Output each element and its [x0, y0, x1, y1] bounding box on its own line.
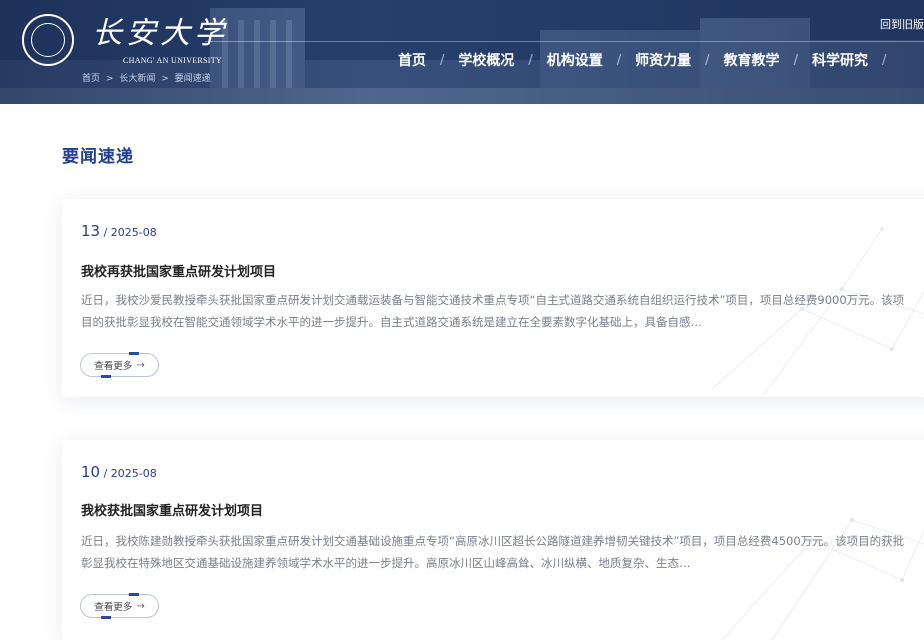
breadcrumb-separator: > [161, 74, 169, 84]
nav-separator: / [616, 52, 622, 68]
nav-separator: / [440, 52, 445, 68]
main-nav: 首页 / 学校概况 / 机构设置 / 师资力量 / 教育教学 / 科学研究 / [398, 50, 900, 70]
nav-item-faculty[interactable]: 师资力量 [635, 50, 691, 70]
breadcrumb-home[interactable]: 首页 [82, 74, 100, 84]
old-version-link[interactable]: 回到旧版 [880, 16, 924, 32]
breadcrumb-current[interactable]: 要闻速递 [175, 74, 211, 84]
read-more-label: 查看更多 [94, 602, 133, 613]
article-title[interactable]: 我校获批国家重点研发计划项目 [81, 500, 263, 519]
article-year-month: / 2025-08 [100, 467, 157, 480]
news-card[interactable]: 13 / 2025-08 我校再获批国家重点研发计划项目 近日，我校沙爱民教授牵… [62, 199, 924, 397]
arrow-right-icon: → [136, 600, 145, 612]
article-date: 10 / 2025-08 [81, 462, 157, 481]
nav-separator: / [528, 52, 533, 68]
article-summary: 近日，我校陈建勋教授牵头获批国家重点研发计划交通基础设施重点专项“高原冰川区超长… [81, 534, 905, 570]
article-date: 13 / 2025-08 [81, 221, 157, 240]
nav-separator: / [793, 52, 798, 68]
article-day: 10 [81, 463, 101, 481]
news-card[interactable]: 10 / 2025-08 我校获批国家重点研发计划项目 近日，我校陈建勋教授牵头… [62, 440, 924, 640]
nav-separator: / [881, 52, 887, 68]
read-more-button[interactable]: 查看更多 → [80, 352, 159, 378]
button-accent [101, 616, 111, 619]
read-more-button[interactable]: 查看更多 → [80, 593, 159, 619]
arrow-right-icon: → [136, 359, 145, 371]
nav-item-research[interactable]: 科学研究 [812, 50, 868, 70]
university-name-en: CHANG' AN UNIVERSITY [123, 56, 222, 65]
university-seal-logo[interactable] [22, 14, 74, 66]
nav-item-home[interactable]: 首页 [398, 50, 426, 70]
article-day: 13 [81, 222, 101, 240]
article-title[interactable]: 我校再获批国家重点研发计划项目 [81, 261, 276, 280]
button-accent [129, 593, 139, 596]
site-header: 长安大学 CHANG' AN UNIVERSITY 首页 > 长大新闻 > 要闻… [0, 0, 924, 104]
header-divider [205, 41, 924, 42]
nav-item-education[interactable]: 教育教学 [724, 50, 780, 70]
university-name-cn[interactable]: 长安大学 [92, 16, 228, 52]
article-summary: 近日，我校沙爱民教授牵头获批国家重点研发计划交通载运装备与智能交通技术重点专项“… [81, 293, 905, 329]
breadcrumb-separator: > [105, 74, 114, 84]
button-accent [129, 352, 139, 355]
page-title: 要闻速递 [62, 147, 134, 167]
read-more-label: 查看更多 [94, 361, 133, 372]
article-year-month: / 2025-08 [100, 226, 157, 239]
breadcrumb-news[interactable]: 长大新闻 [119, 74, 155, 84]
breadcrumb: 首页 > 长大新闻 > 要闻速递 [82, 71, 214, 84]
nav-separator: / [705, 52, 710, 68]
nav-item-overview[interactable]: 学校概况 [458, 50, 514, 70]
button-accent [101, 375, 111, 378]
nav-item-departments[interactable]: 机构设置 [547, 50, 603, 70]
